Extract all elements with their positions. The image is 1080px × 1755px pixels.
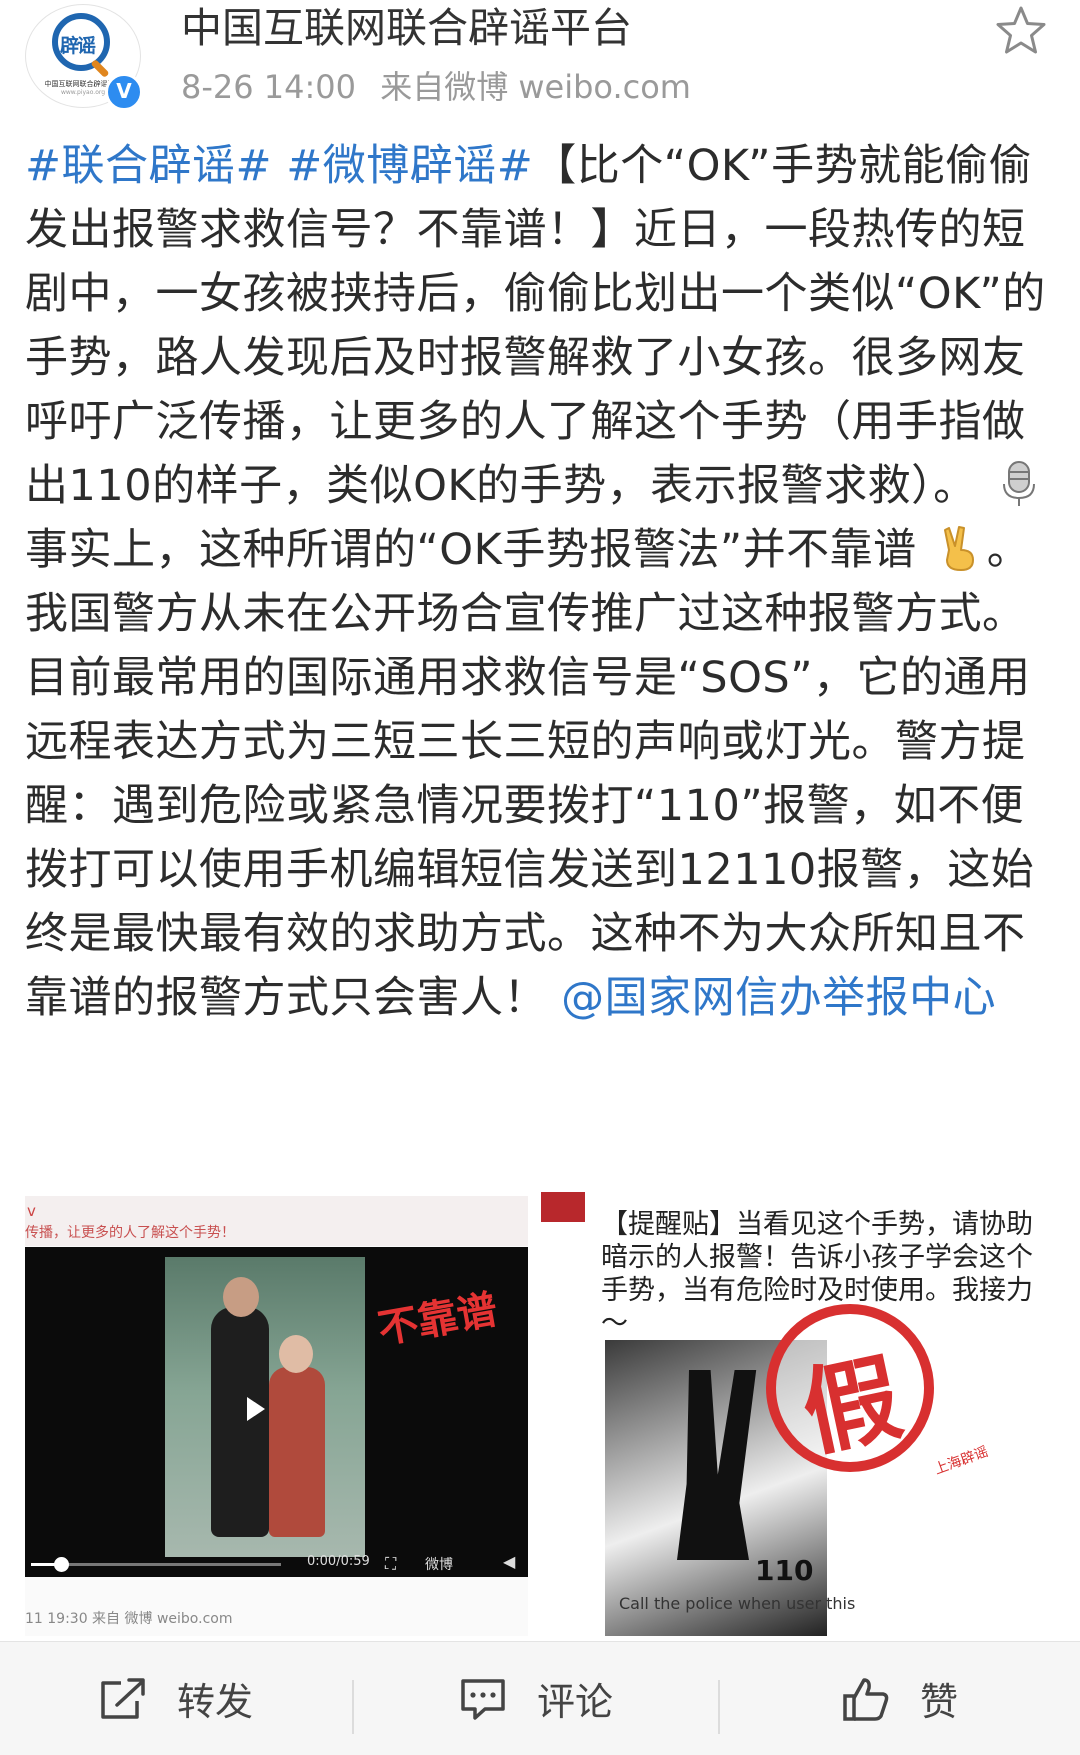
poster-small-text: Call the police when user this: [619, 1594, 856, 1613]
post-text-part: 【比个“OK”手势就能偷偷发出报警求救信号？不靠谱！】近日，一段热传的短剧中，一…: [25, 141, 1046, 511]
post-text-part: 。我国警方从未在公开场合宣传推广过这种报警方式。目前最常用的国际通用求救信号是“…: [25, 525, 1035, 1023]
poster-number: 110: [755, 1554, 814, 1587]
video-scene: [165, 1257, 365, 1557]
fake-stamp-subtext: 上海辟谣: [932, 1443, 991, 1479]
post-body: #联合辟谣# #微博辟谣#【比个“OK”手势就能偷偷发出报警求救信号？不靠谱！】…: [25, 134, 1055, 1030]
post-header: 辟谣 中国互联网联合辟谣平台 www.piyao.org V 中国互联网联合辟谣…: [0, 0, 1080, 120]
girl-figure: [269, 1367, 325, 1537]
video-controls: 0:00/0:59 ⛶ 微博 ◀: [25, 1552, 528, 1577]
comment-icon: [461, 1678, 505, 1720]
video-badge: v: [27, 1202, 36, 1220]
man-figure: [211, 1307, 269, 1537]
post-source: 来自微博 weibo.com: [380, 68, 691, 106]
fake-stamp: 假: [766, 1304, 934, 1472]
repost-button[interactable]: 转发: [0, 1642, 352, 1755]
fake-stamp-text: 假: [793, 1341, 911, 1471]
play-icon[interactable]: [247, 1397, 265, 1421]
comment-button[interactable]: 评论: [354, 1642, 718, 1755]
mention-link[interactable]: @国家网信办举报中心: [561, 973, 996, 1023]
video-frame[interactable]: 不靠谱 0:00/0:59 ⛶ 微博 ◀: [25, 1247, 528, 1577]
thumbs-up-icon: [843, 1677, 889, 1721]
comment-label: 评论: [536, 1680, 613, 1724]
repost-icon: [101, 1677, 145, 1719]
action-bar: 转发 评论 赞: [0, 1641, 1080, 1755]
microphone-emoji-icon: [1002, 461, 1035, 506]
favorite-star-icon[interactable]: [994, 4, 1048, 58]
poster-thumbnail[interactable]: 【提醒贴】当看见这个手势，请协助暗示的人报警！告诉小孩子学会这个手势，当有危险时…: [541, 1192, 1046, 1636]
post-images: v 传播，让更多的人了解这个手势！ 不靠谱 0:00/0:59 ⛶ 微博 ◀ 1…: [0, 1178, 1080, 1636]
girl-head: [279, 1335, 313, 1373]
post-time: 8-26 14:00: [181, 68, 357, 106]
like-button[interactable]: 赞: [720, 1642, 1080, 1755]
volume-icon[interactable]: ◀: [503, 1552, 515, 1571]
account-name[interactable]: 中国互联网联合辟谣平台: [181, 0, 632, 54]
post-meta: 8-26 14:00 来自微博 weibo.com: [181, 62, 705, 108]
man-head: [223, 1277, 259, 1317]
weibo-watermark: 微博: [425, 1557, 453, 1573]
video-top-strip: v 传播，让更多的人了解这个手势！: [25, 1196, 528, 1246]
poster-corner-image: [541, 1192, 585, 1222]
post-text-part: 事实上，这种所谓的“OK手势报警法”并不靠谱: [25, 525, 917, 575]
hashtag-link[interactable]: #联合辟谣#: [25, 141, 272, 191]
video-time: 0:00/0:59: [307, 1554, 370, 1569]
victory-hand-emoji-icon: [943, 526, 974, 571]
like-label: 赞: [919, 1680, 958, 1724]
avatar-logo-text: 辟谣: [60, 35, 96, 57]
video-bottom-caption: 11 19:30 来自 微博 weibo.com: [25, 1611, 233, 1627]
video-top-caption: 传播，让更多的人了解这个手势！: [25, 1225, 235, 1241]
unreliable-stamp: 不靠谱: [374, 1286, 501, 1354]
fullscreen-icon[interactable]: ⛶: [385, 1554, 396, 1574]
verified-badge-icon: V: [105, 73, 143, 111]
video-thumbnail[interactable]: v 传播，让更多的人了解这个手势！ 不靠谱 0:00/0:59 ⛶ 微博 ◀ 1…: [25, 1196, 528, 1636]
repost-label: 转发: [176, 1680, 253, 1724]
hashtag-link[interactable]: #微博辟谣#: [286, 141, 533, 191]
video-progress-knob[interactable]: [54, 1557, 69, 1572]
video-progress-bar[interactable]: [31, 1557, 281, 1572]
